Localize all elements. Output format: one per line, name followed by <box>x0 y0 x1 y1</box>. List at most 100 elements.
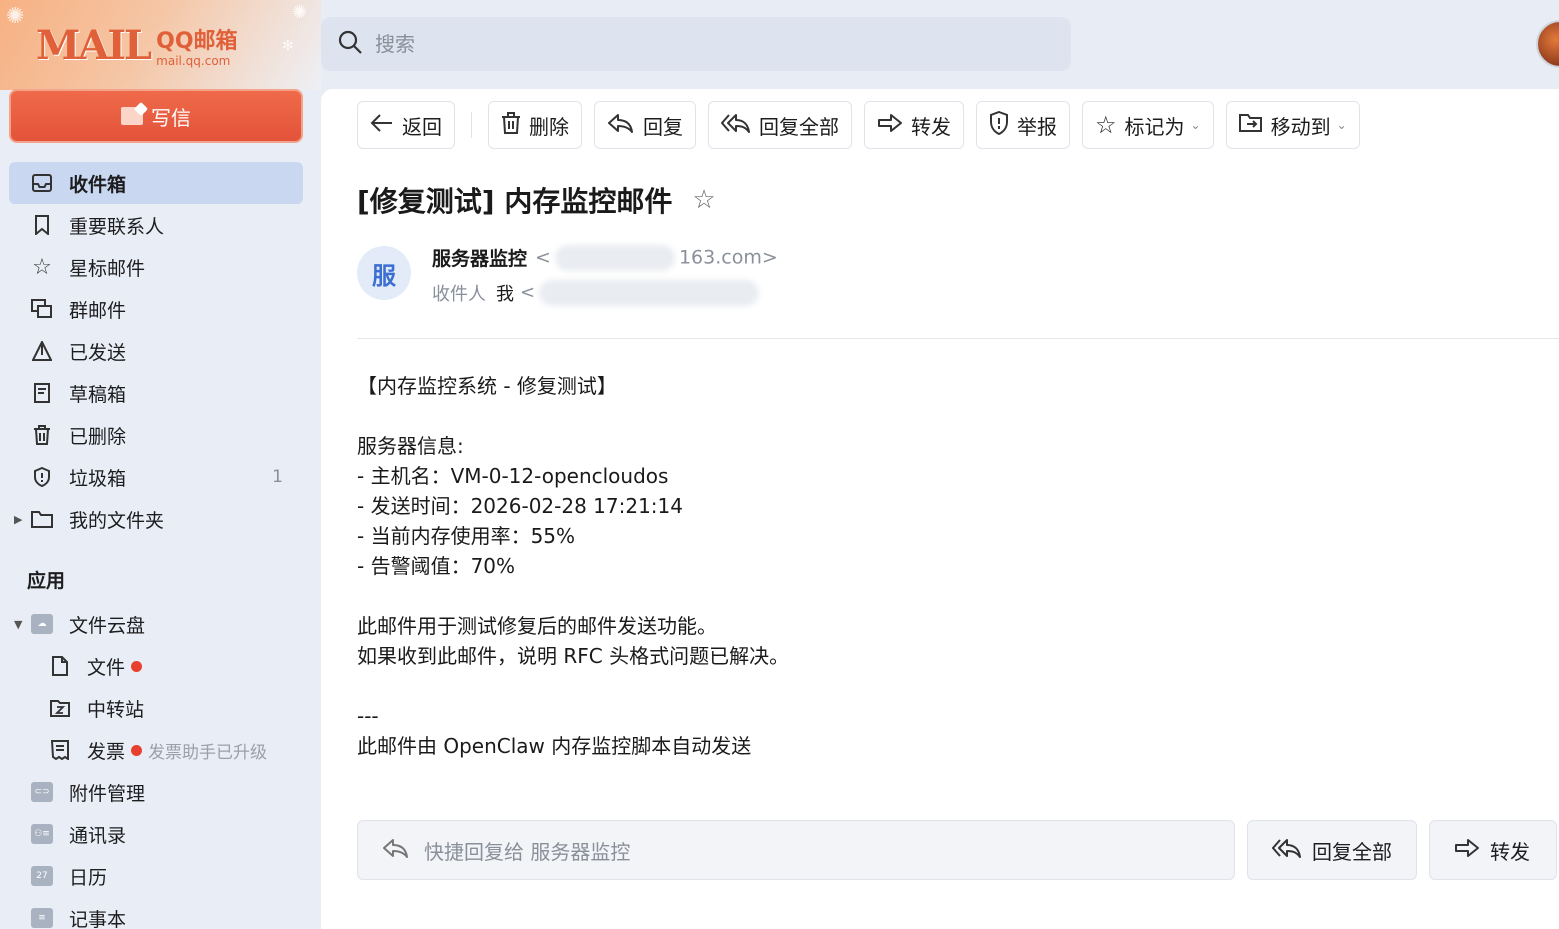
report-label: 举报 <box>1017 114 1057 139</box>
nav-item-drafts[interactable]: 草稿箱 <box>9 372 303 414</box>
forward-arrow-icon <box>1454 838 1480 863</box>
firework-decoration-icon: ✺ <box>292 2 308 23</box>
sent-icon <box>31 340 53 362</box>
quick-reply-all-button[interactable]: 回复全部 <box>1247 820 1417 880</box>
app-label: 文件 <box>87 656 126 679</box>
compose-label: 写信 <box>151 105 191 130</box>
reply-all-icon <box>720 113 751 138</box>
inbox-icon <box>31 172 53 194</box>
move-folder-icon <box>1238 113 1263 138</box>
mail-reader: 返回 删除 回复 回复全部 转发 举报 ☆ 标记为 ⌄ 移动到 ⌄ [修复测试]… <box>321 89 1559 929</box>
app-item-invoice[interactable]: 发票 发票助手已升级 <box>9 729 319 771</box>
file-icon <box>49 655 71 677</box>
delete-label: 删除 <box>529 114 569 139</box>
reply-all-icon <box>1271 838 1302 863</box>
unread-count: 1 <box>272 467 283 487</box>
app-label: 日历 <box>69 866 108 889</box>
folder-nav: 收件箱 重要联系人 ☆ 星标邮件 群邮件 已发送 草稿箱 已删除 垃圾箱 1 ▶… <box>9 162 303 540</box>
spam-shield-icon <box>31 466 53 488</box>
search-bar[interactable] <box>321 17 1071 71</box>
quick-reply-input[interactable]: 快捷回复给 服务器监控 <box>357 820 1235 880</box>
reply-all-label: 回复全部 <box>1312 839 1392 864</box>
app-item-transfer-station[interactable]: 中转站 <box>9 687 319 729</box>
sidebar: ✺ ✺ ✻ MAIL QQ邮箱 mail.qq.com 写信 收件箱 重要联系人 <box>0 0 321 929</box>
forward-label: 转发 <box>1490 839 1530 864</box>
app-item-cloud-drive[interactable]: ▼ ☁ 文件云盘 <box>9 603 319 645</box>
mail-toolbar: 返回 删除 回复 回复全部 转发 举报 ☆ 标记为 ⌄ 移动到 ⌄ <box>357 101 1360 149</box>
contacts-icon: ⚇≡ <box>31 823 53 845</box>
invoice-upgrade-hint: 发票助手已升级 <box>148 742 268 763</box>
sender-avatar[interactable]: 服 <box>357 246 411 300</box>
app-label: 文件云盘 <box>69 614 146 637</box>
draft-icon <box>31 382 53 404</box>
search-icon <box>337 29 363 59</box>
subject-text: [修复测试] 内存监控邮件 <box>357 185 673 218</box>
user-avatar[interactable] <box>1536 20 1559 68</box>
delete-button[interactable]: 删除 <box>488 101 582 149</box>
expand-caret-icon[interactable]: ▶ <box>14 513 22 526</box>
trash-icon <box>31 424 53 446</box>
folder-icon <box>31 508 53 530</box>
sender-name[interactable]: 服务器监控 <box>432 244 527 271</box>
app-label: 附件管理 <box>69 782 146 805</box>
chevron-down-icon: ⌄ <box>1190 118 1201 132</box>
search-input[interactable] <box>375 32 975 56</box>
star-icon[interactable]: ☆ <box>692 185 715 215</box>
app-label: 通讯录 <box>69 824 127 847</box>
trash-icon <box>501 111 521 139</box>
compose-button[interactable]: 写信 <box>9 89 303 143</box>
recipient-address: < <box>520 280 760 306</box>
firework-decoration-icon: ✺ <box>6 4 25 29</box>
reply-all-button[interactable]: 回复全部 <box>708 101 852 149</box>
quick-reply-placeholder: 快捷回复给 服务器监控 <box>424 839 631 864</box>
app-item-calendar[interactable]: 27 日历 <box>9 855 319 897</box>
email-subject: [修复测试] 内存监控邮件 ☆ <box>357 180 716 220</box>
logo[interactable]: MAIL QQ邮箱 mail.qq.com <box>36 20 238 69</box>
shield-alert-icon <box>989 110 1009 140</box>
logo-product-name: QQ邮箱 <box>156 29 238 54</box>
nav-item-important-contacts[interactable]: 重要联系人 <box>9 204 303 246</box>
forward-button[interactable]: 转发 <box>864 101 964 149</box>
app-item-attachments[interactable]: ⊂⊃ 附件管理 <box>9 771 319 813</box>
apps-section-title: 应用 <box>27 570 66 592</box>
app-item-contacts[interactable]: ⚇≡ 通讯录 <box>9 813 319 855</box>
nav-item-sent[interactable]: 已发送 <box>9 330 303 372</box>
nav-item-starred[interactable]: ☆ 星标邮件 <box>9 246 303 288</box>
quick-forward-button[interactable]: 转发 <box>1429 820 1557 880</box>
back-button[interactable]: 返回 <box>357 101 455 149</box>
collapse-caret-icon[interactable]: ▼ <box>14 618 22 631</box>
chevron-down-icon: ⌄ <box>1336 118 1347 132</box>
transfer-icon <box>49 697 71 719</box>
nav-item-spam[interactable]: 垃圾箱 1 <box>9 456 303 498</box>
mark-as-dropdown[interactable]: ☆ 标记为 ⌄ <box>1082 101 1214 149</box>
logo-area: ✺ ✺ ✻ MAIL QQ邮箱 mail.qq.com <box>0 0 321 90</box>
nav-item-deleted[interactable]: 已删除 <box>9 414 303 456</box>
app-item-notebook[interactable]: ≡ 记事本 <box>9 897 319 929</box>
apps-list: ▼ ☁ 文件云盘 文件 中转站 发票 发票助手已升级 ⊂⊃ 附件管理 ⚇≡ 通讯… <box>9 603 319 929</box>
nav-label: 重要联系人 <box>69 215 165 238</box>
reply-button[interactable]: 回复 <box>594 101 696 149</box>
back-label: 返回 <box>402 114 442 139</box>
star-icon: ☆ <box>1095 111 1117 139</box>
nav-label: 群邮件 <box>69 299 127 322</box>
redacted-blur <box>539 280 760 306</box>
nav-label: 已发送 <box>69 341 127 364</box>
nav-item-my-folders[interactable]: ▶ 我的文件夹 <box>9 498 303 540</box>
app-label: 发票 <box>87 740 126 763</box>
forward-label: 转发 <box>911 114 951 139</box>
move-to-label: 移动到 <box>1270 114 1331 139</box>
recipient-me[interactable]: 我 <box>496 280 514 306</box>
nav-label: 草稿箱 <box>69 383 127 406</box>
app-label: 中转站 <box>87 698 145 721</box>
move-to-dropdown[interactable]: 移动到 ⌄ <box>1225 101 1360 149</box>
recipient-line: 收件人 我 < <box>432 280 760 306</box>
bookmark-icon <box>31 214 53 236</box>
firework-decoration-icon: ✻ <box>282 38 294 54</box>
reply-all-label: 回复全部 <box>759 114 839 139</box>
app-item-files[interactable]: 文件 <box>9 645 319 687</box>
nav-label: 垃圾箱 <box>69 467 127 490</box>
arrow-left-icon <box>370 113 394 138</box>
nav-item-inbox[interactable]: 收件箱 <box>9 162 303 204</box>
nav-item-group-mail[interactable]: 群邮件 <box>9 288 303 330</box>
report-button[interactable]: 举报 <box>976 101 1070 149</box>
